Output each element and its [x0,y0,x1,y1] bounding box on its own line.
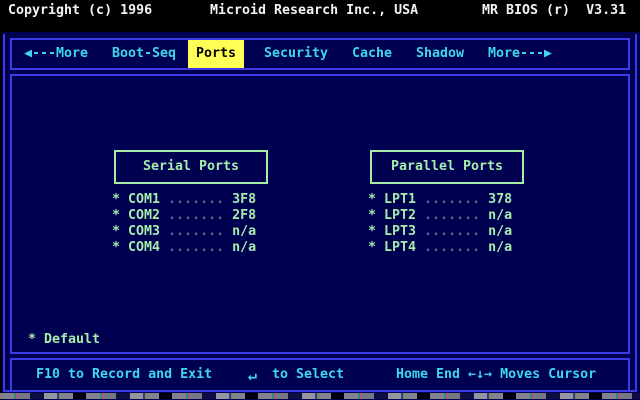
bios-version: MR BIOS (r) V3.31 [482,3,627,18]
dot-leader: ....... [424,192,481,207]
default-marker: * [112,192,121,207]
port-row-com1[interactable]: * COM1....... 3F8 [112,192,256,208]
default-marker: * [368,224,377,239]
serial-ports-header: Serial Ports [114,150,268,184]
menu-bar: ◀---More Boot-Seq Ports Security Cache S… [10,38,630,70]
dot-leader: ....... [424,224,481,239]
menu-more-right[interactable]: More---▶ [488,40,552,68]
enter-key-icon: ↵ [248,366,258,384]
default-marker: * [112,240,121,255]
port-row-com4[interactable]: * COM4....... n/a [112,240,256,256]
scanline-noise [0,393,640,399]
port-label: COM1 [128,192,161,207]
key-help-bar: F10 to Record and Exit ↵ to Select Home … [10,358,630,392]
port-value: n/a [488,208,513,223]
default-marker: * [28,332,37,347]
port-label: COM3 [128,224,161,239]
port-value: 2F8 [232,208,257,223]
left-edge [0,32,2,400]
parallel-ports-title: Parallel Ports [390,159,504,174]
company-name: Microid Research Inc., USA [210,3,419,18]
copyright-bar: Copyright (c) 1996 Microid Research Inc.… [0,0,640,32]
port-label: LPT3 [384,224,417,239]
port-value: n/a [488,224,513,239]
port-row-lpt4[interactable]: * LPT4....... n/a [368,240,512,256]
port-value: n/a [232,224,257,239]
port-value: 378 [488,192,513,207]
default-marker: * [112,224,121,239]
default-marker: * [368,192,377,207]
port-value: n/a [232,240,257,255]
cursor-keys-hint: Home End ←↓→ Moves Cursor [396,367,597,382]
port-label: LPT2 [384,208,417,223]
port-row-lpt2[interactable]: * LPT2....... n/a [368,208,512,224]
port-label: LPT4 [384,240,417,255]
menu-more-left[interactable]: ◀---More [24,40,88,68]
parallel-ports-header: Parallel Ports [370,150,524,184]
port-row-lpt1[interactable]: * LPT1....... 378 [368,192,512,208]
bios-main-area: ◀---More Boot-Seq Ports Security Cache S… [0,32,640,400]
dot-leader: ....... [424,240,481,255]
port-label: COM2 [128,208,161,223]
default-marker: * [368,208,377,223]
menu-shadow[interactable]: Shadow [416,40,464,68]
menu-ports-selected[interactable]: Ports [188,40,245,68]
enter-select-hint: to Select [272,367,345,382]
serial-ports-list: * COM1....... 3F8 * COM2....... 2F8 * COM3...… [112,192,256,256]
dot-leader: ....... [168,208,225,223]
dot-leader: ....... [168,240,225,255]
menu-security[interactable]: Security [264,40,328,68]
port-row-lpt3[interactable]: * LPT3....... n/a [368,224,512,240]
dot-leader: ....... [424,208,481,223]
menu-boot-seq[interactable]: Boot-Seq [112,40,176,68]
port-label: LPT1 [384,192,417,207]
ports-panel: Serial Ports Parallel Ports * COM1.......… [10,74,630,354]
port-row-com3[interactable]: * COM3....... n/a [112,224,256,240]
default-legend: * Default [28,332,100,348]
default-marker: * [112,208,121,223]
copyright-text: Copyright (c) 1996 [8,3,153,18]
port-value: 3F8 [232,192,257,207]
menu-cache[interactable]: Cache [352,40,392,68]
port-row-com2[interactable]: * COM2....... 2F8 [112,208,256,224]
serial-ports-title: Serial Ports [142,159,240,174]
bios-setup-screen: Copyright (c) 1996 Microid Research Inc.… [0,0,640,400]
dot-leader: ....... [168,224,225,239]
default-marker: * [368,240,377,255]
default-legend-label: Default [44,332,101,347]
port-value: n/a [488,240,513,255]
f10-record-hint: F10 to Record and Exit [36,367,213,382]
dot-leader: ....... [168,192,225,207]
port-label: COM4 [128,240,161,255]
parallel-ports-list: * LPT1....... 378 * LPT2....... n/a * LPT3...… [368,192,512,256]
